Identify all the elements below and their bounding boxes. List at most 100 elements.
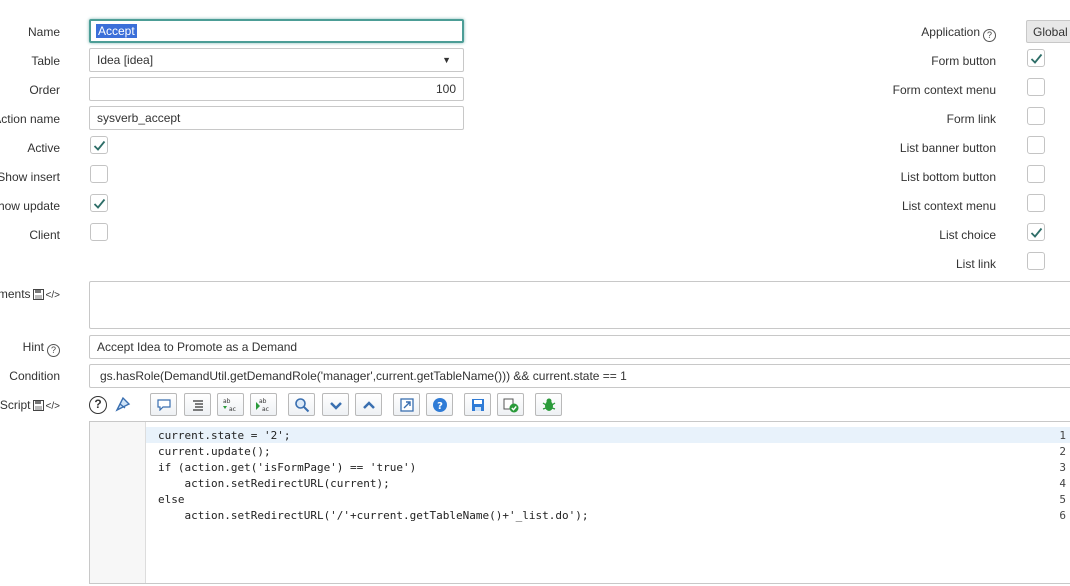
condition-input-value: gs.hasRole(DemandUtil.getDemandRole('man… <box>100 369 627 383</box>
next-button[interactable] <box>322 393 349 416</box>
previous-button[interactable] <box>355 393 382 416</box>
syntax-help-button[interactable]: ? <box>426 393 453 416</box>
replace-all-icon: abac <box>255 398 269 413</box>
svg-text:?: ? <box>437 401 443 412</box>
form-button-label: Form button <box>931 54 996 68</box>
code-tag-icon[interactable]: </> <box>46 401 60 412</box>
code-line: action.setRedirectURL('/'+current.getTab… <box>158 509 589 522</box>
line-number: 3 <box>1059 461 1066 474</box>
list-link-label: List link <box>955 257 996 271</box>
help-icon[interactable]: ? <box>47 344 60 357</box>
condition-input[interactable]: gs.hasRole(DemandUtil.getDemandRole('man… <box>89 364 1070 388</box>
hint-input-value: Accept Idea to Promote as a Demand <box>97 340 298 354</box>
form-context-menu-checkbox[interactable] <box>1027 78 1045 96</box>
validate-button[interactable] <box>497 393 524 416</box>
comments-textarea[interactable] <box>89 281 1070 329</box>
previous-icon <box>362 400 375 409</box>
line-number: 2 <box>1059 445 1066 458</box>
comments-label: Comments </> <box>0 287 60 303</box>
svg-text:ac: ac <box>229 406 236 413</box>
script-help-icon[interactable]: ? <box>89 396 107 414</box>
code-tag-icon[interactable]: </> <box>46 290 60 301</box>
dropdown-arrow-icon: ▼ <box>442 55 451 65</box>
search-button[interactable] <box>288 393 315 416</box>
fullscreen-button[interactable] <box>393 393 420 416</box>
name-input-value: Accept <box>96 24 137 38</box>
save-icon[interactable] <box>32 400 44 414</box>
svg-text:ab: ab <box>223 398 231 405</box>
save-icon[interactable] <box>32 289 44 303</box>
form-context-menu-label: Form context menu <box>892 83 996 97</box>
hint-label: Hint? <box>23 340 60 357</box>
hint-input[interactable]: Accept Idea to Promote as a Demand <box>89 335 1070 359</box>
next-icon <box>329 401 342 410</box>
line-number-gutter <box>90 422 146 583</box>
order-label: Order <box>29 83 60 97</box>
list-banner-button-label: List banner button <box>899 141 996 155</box>
list-choice-checkbox[interactable] <box>1027 223 1045 241</box>
application-value: Global <box>1033 24 1068 39</box>
table-label: Table <box>31 54 60 68</box>
line-number: 6 <box>1059 509 1066 522</box>
form-link-label: Form link <box>946 112 996 126</box>
order-input[interactable]: 100 <box>89 77 464 101</box>
list-context-menu-label: List context menu <box>901 199 996 213</box>
debug-icon <box>542 398 555 411</box>
action-name-input[interactable]: sysverb_accept <box>89 106 464 130</box>
format-icon <box>192 399 203 411</box>
debug-button[interactable] <box>535 393 562 416</box>
application-label-text: Application <box>921 25 980 39</box>
code-line: current.state = '2'; <box>158 429 291 442</box>
form-link-checkbox[interactable] <box>1027 107 1045 125</box>
svg-text:ab: ab <box>259 398 267 405</box>
list-bottom-button-label: List bottom button <box>900 170 996 184</box>
application-field: Global <box>1026 20 1070 43</box>
save-script-button[interactable] <box>464 393 491 416</box>
comments-label-text: Comments <box>0 287 31 301</box>
replace-all-button[interactable]: ab ac <box>250 393 277 416</box>
list-context-menu-checkbox[interactable] <box>1027 194 1045 212</box>
help-icon[interactable]: ? <box>983 29 996 42</box>
table-select-value: Idea [idea] <box>97 53 154 67</box>
format-code-icon[interactable] <box>113 394 133 414</box>
show-update-checkbox[interactable] <box>90 194 108 212</box>
validate-icon <box>503 398 518 412</box>
action-name-input-value: sysverb_accept <box>97 111 181 125</box>
show-insert-label: Show insert <box>0 170 60 184</box>
list-link-checkbox[interactable] <box>1027 252 1045 270</box>
code-line: action.setRedirectURL(current); <box>158 477 390 490</box>
show-insert-checkbox[interactable] <box>90 165 108 183</box>
name-label: Name <box>27 25 60 39</box>
list-banner-button-checkbox[interactable] <box>1027 136 1045 154</box>
hint-label-text: Hint <box>22 340 44 354</box>
line-number: 4 <box>1059 477 1066 490</box>
format-button[interactable] <box>184 393 211 416</box>
code-line: current.update(); <box>158 445 271 458</box>
syntax-help-icon: ? <box>432 397 447 412</box>
list-bottom-button-checkbox[interactable] <box>1027 165 1045 183</box>
action-name-label: Action name <box>0 112 60 126</box>
script-editor[interactable]: 1 2 3 4 5 6 current.state = '2'; current… <box>89 421 1070 584</box>
code-line: if (action.get('isFormPage') == 'true') <box>158 461 417 474</box>
name-input[interactable]: Accept <box>89 19 464 43</box>
script-label: Script </> <box>0 398 60 414</box>
form-button-checkbox[interactable] <box>1027 49 1045 67</box>
client-checkbox[interactable] <box>90 223 108 241</box>
svg-text:ac: ac <box>262 406 269 413</box>
client-label: Client <box>29 228 60 242</box>
application-label: Application? <box>921 25 996 42</box>
active-label: Active <box>27 141 60 155</box>
list-choice-label: List choice <box>939 228 996 242</box>
fullscreen-icon <box>399 397 414 412</box>
code-line: else <box>158 493 185 506</box>
script-label-text: Script <box>0 398 31 412</box>
save-icon <box>471 398 484 411</box>
comment-button[interactable] <box>150 393 177 416</box>
line-number: 1 <box>1059 429 1066 442</box>
comment-icon <box>156 398 171 411</box>
replace-button[interactable]: ab ac <box>217 393 244 416</box>
active-checkbox[interactable] <box>90 136 108 154</box>
order-input-value: 100 <box>435 82 456 96</box>
table-select[interactable]: Idea [idea] ▼ <box>89 48 464 72</box>
replace-icon: abac <box>222 398 236 413</box>
